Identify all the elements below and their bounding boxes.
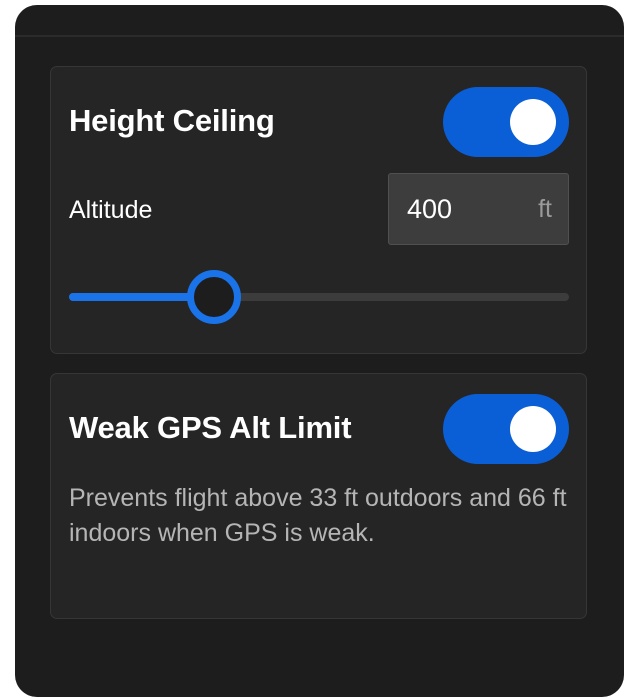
- panel-divider: [15, 35, 624, 37]
- weak-gps-card: Weak GPS Alt Limit Prevents flight above…: [50, 373, 587, 619]
- height-ceiling-toggle[interactable]: [443, 87, 569, 157]
- weak-gps-title: Weak GPS Alt Limit: [69, 410, 352, 445]
- altitude-input[interactable]: 400 ft: [388, 173, 569, 245]
- altitude-label: Altitude: [69, 196, 153, 224]
- toggle-knob: [510, 99, 556, 145]
- altitude-slider[interactable]: [69, 270, 569, 324]
- height-ceiling-title: Height Ceiling: [69, 103, 275, 138]
- toggle-knob: [510, 406, 556, 452]
- weak-gps-description: Prevents flight above 33 ft outdoors and…: [69, 484, 567, 547]
- weak-gps-toggle[interactable]: [443, 394, 569, 464]
- altitude-unit: ft: [538, 195, 552, 223]
- settings-panel: Height Ceiling Altitude 400 ft Weak GPS …: [15, 5, 624, 697]
- slider-thumb[interactable]: [187, 270, 241, 324]
- height-ceiling-card: Height Ceiling Altitude 400 ft: [50, 66, 587, 354]
- altitude-value: 400: [407, 194, 453, 224]
